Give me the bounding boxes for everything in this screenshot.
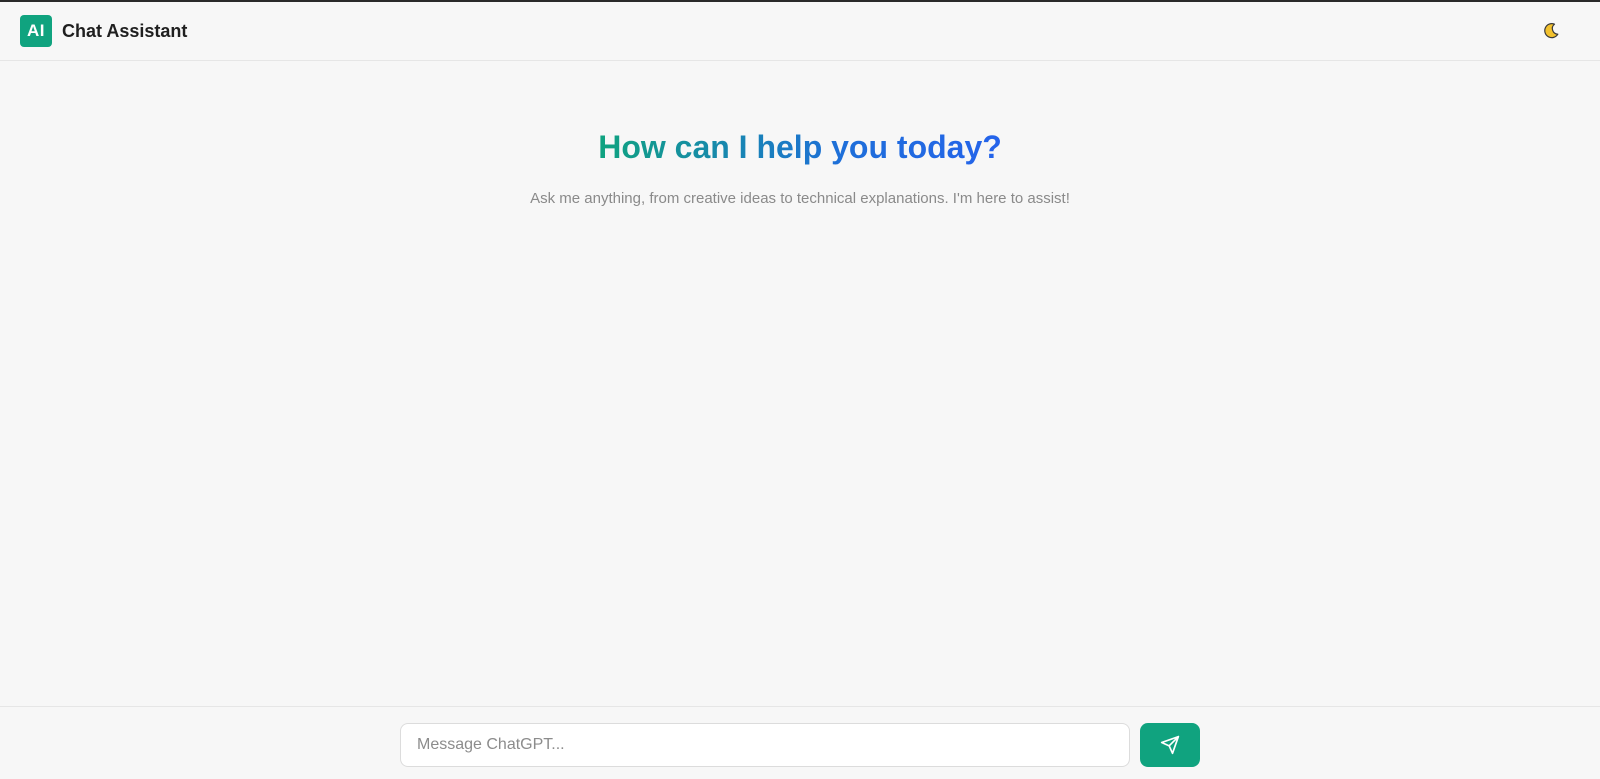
chat-area: How can I help you today? Ask me anythin… [0,63,1600,705]
send-icon [1160,735,1180,755]
app-title: Chat Assistant [62,20,188,41]
brand: AI Chat Assistant [20,15,187,47]
send-button[interactable] [1140,723,1200,767]
moon-icon [1544,23,1559,39]
app-logo: AI [20,15,52,47]
message-composer [0,706,1600,779]
welcome-subtitle: Ask me anything, from creative ideas to … [530,190,1070,207]
welcome-section: How can I help you today? Ask me anythin… [0,127,1600,207]
welcome-title: How can I help you today? [598,129,1002,165]
chat-app: AI Chat Assistant How can I help you tod… [0,0,1600,779]
message-input[interactable] [400,723,1130,767]
theme-toggle-button[interactable] [1536,16,1566,46]
app-header: AI Chat Assistant [0,2,1600,61]
